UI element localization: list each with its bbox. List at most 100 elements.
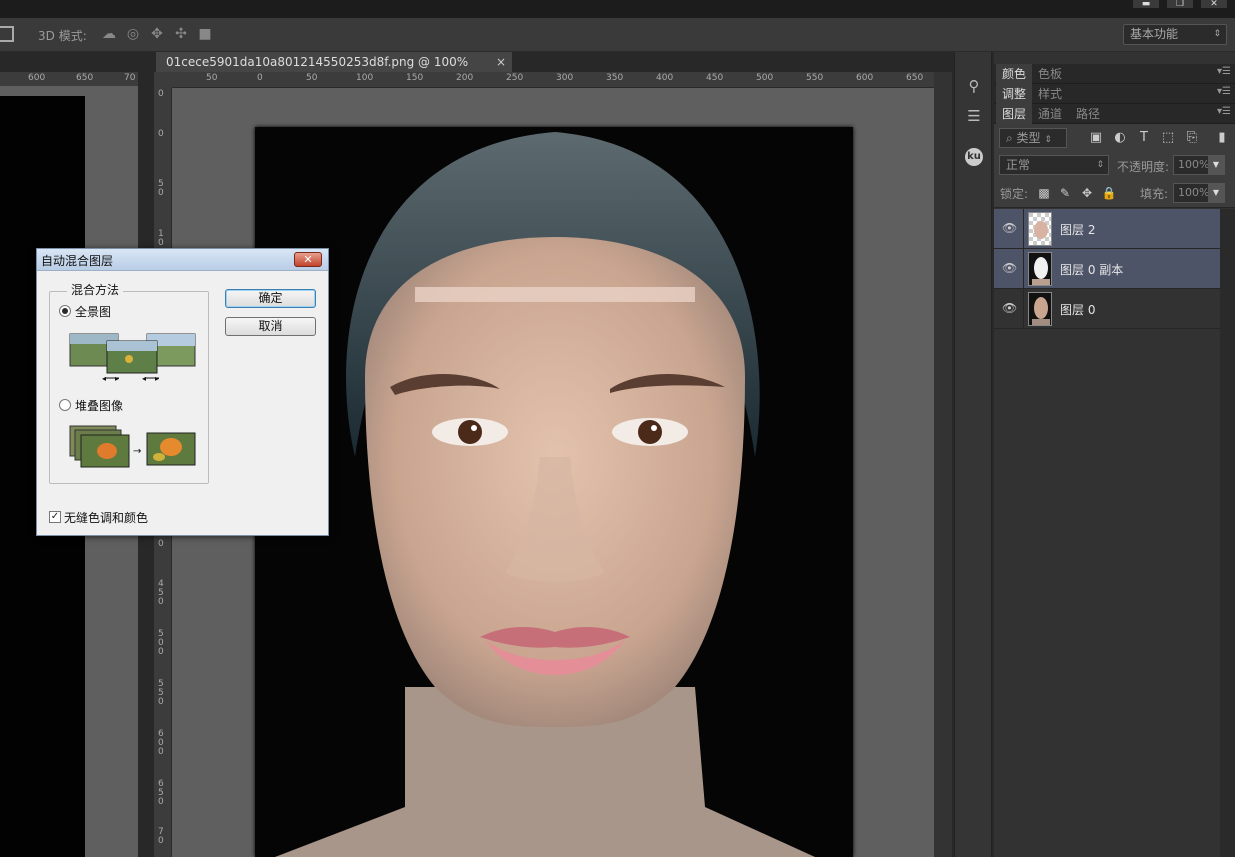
layer-thumbnail bbox=[1028, 252, 1052, 286]
panorama-radio[interactable] bbox=[59, 305, 71, 317]
layer-list-scrollbar[interactable] bbox=[1220, 209, 1235, 857]
ruler-tick: 250 bbox=[506, 73, 524, 83]
panel-menu-icon[interactable]: ▾☰ bbox=[1217, 86, 1231, 97]
roll-3d-icon[interactable]: ◎ bbox=[124, 25, 142, 43]
rotate-3d-icon[interactable]: ☁ bbox=[100, 25, 118, 43]
layer-filter-toolbar: ⌕ 类型 ⇕ ▣ ◐ T ⬚ ⎘ ▮ bbox=[994, 124, 1235, 152]
blend-row: 正常 ⇕ 不透明度: 100% ▼ bbox=[994, 152, 1235, 180]
fill-label: 填充: bbox=[1140, 187, 1169, 201]
fill-value: 100% bbox=[1178, 186, 1210, 199]
fill-input[interactable]: 100% ▼ bbox=[1173, 183, 1225, 203]
canvas-vertical-scrollbar[interactable] bbox=[934, 72, 952, 857]
ruler-corner bbox=[154, 72, 172, 88]
tab-color[interactable]: 颜色 bbox=[996, 64, 1033, 84]
seamless-tones-label[interactable]: 无缝色调和颜色 bbox=[64, 509, 148, 526]
portrait-illustration bbox=[275, 132, 815, 857]
tab-adjustments[interactable]: 调整 bbox=[996, 84, 1033, 104]
ruler-tick: 0 bbox=[158, 129, 164, 139]
ok-button[interactable]: 确定 bbox=[225, 289, 316, 308]
ruler-tick: 0 bbox=[158, 89, 164, 99]
lock-position-move-icon[interactable]: ✥ bbox=[1079, 185, 1095, 201]
chevron-updown-icon: ⇕ bbox=[1213, 29, 1221, 39]
slide-3d-icon[interactable]: ✣ bbox=[172, 25, 190, 43]
svg-text:▸: ▸ bbox=[155, 374, 159, 383]
layer-row-layer-0[interactable]: 👁 图层 0 bbox=[994, 289, 1220, 329]
document-tab[interactable]: 01cece5901da10a801214550253d8f.png @ 100… bbox=[156, 52, 512, 89]
ruler-tick: 200 bbox=[456, 73, 474, 83]
restore-icon[interactable]: ❐ bbox=[1167, 0, 1193, 9]
workspace-layout-icon[interactable] bbox=[0, 26, 14, 42]
chevron-down-icon[interactable]: ▼ bbox=[1208, 184, 1224, 202]
cancel-button[interactable]: 取消 bbox=[225, 317, 316, 336]
workspace-select[interactable]: 基本功能 ⇕ bbox=[1123, 24, 1227, 45]
layer-row-layer-2[interactable]: 👁 图层 2 bbox=[994, 209, 1220, 249]
ruler-tick: 650 bbox=[76, 73, 94, 83]
portrait-image[interactable] bbox=[255, 127, 853, 857]
brush-presets-icon[interactable]: ⚲ bbox=[964, 76, 984, 96]
tab-styles[interactable]: 样式 bbox=[1032, 84, 1068, 104]
panorama-label[interactable]: 全景图 bbox=[75, 303, 111, 320]
tab-swatches[interactable]: 色板 bbox=[1032, 64, 1068, 84]
layer-name[interactable]: 图层 2 bbox=[1060, 221, 1095, 238]
adjustment-filter-icon[interactable]: ◐ bbox=[1112, 130, 1128, 146]
seamless-tones-checkbox[interactable]: ✓ bbox=[49, 511, 61, 523]
window-title-strip: ▬ ❐ ✕ bbox=[0, 0, 1235, 18]
tab-layers[interactable]: 图层 bbox=[996, 104, 1033, 124]
svg-text:→: → bbox=[133, 446, 141, 457]
ruler-tick: 450 bbox=[706, 73, 724, 83]
lock-transparency-icon[interactable]: ▩ bbox=[1036, 185, 1052, 201]
adjustments-styles-tabrow: 调整 样式 ▾☰ bbox=[994, 84, 1235, 104]
ruler-tick: 50 bbox=[306, 73, 318, 83]
minimize-icon[interactable]: ▬ bbox=[1133, 0, 1159, 9]
tab-paths[interactable]: 路径 bbox=[1070, 104, 1106, 124]
eye-icon[interactable]: 👁 bbox=[1002, 301, 1017, 315]
chevron-down-icon[interactable]: ▼ bbox=[1208, 156, 1224, 174]
ruler-tick: 500 bbox=[158, 629, 164, 657]
panel-menu-icon[interactable]: ▾☰ bbox=[1217, 106, 1231, 117]
close-icon[interactable]: ✕ bbox=[294, 252, 322, 267]
close-window-icon[interactable]: ✕ bbox=[1201, 0, 1227, 9]
kind-filter-value: 类型 bbox=[1016, 131, 1041, 145]
mode-3d-tools: ☁ ◎ ✥ ✣ ■ bbox=[100, 25, 214, 43]
mode-3d-label: 3D 模式: bbox=[38, 29, 87, 43]
lock-label: 锁定: bbox=[1000, 187, 1029, 201]
pixel-filter-icon[interactable]: ▣ bbox=[1088, 130, 1104, 146]
eye-icon[interactable]: 👁 bbox=[1002, 221, 1017, 235]
lock-icon[interactable]: 🔒 bbox=[1101, 185, 1117, 201]
filter-toggle-icon[interactable]: ▮ bbox=[1214, 130, 1230, 146]
blend-method-legend: 混合方法 bbox=[67, 281, 124, 298]
ruler-tick: 100 bbox=[356, 73, 374, 83]
left-horizontal-ruler: 600 650 70 bbox=[0, 72, 138, 86]
lock-image-brush-icon[interactable]: ✎ bbox=[1057, 185, 1073, 201]
stack-images-label[interactable]: 堆叠图像 bbox=[75, 397, 123, 414]
opacity-input[interactable]: 100% ▼ bbox=[1173, 155, 1225, 175]
type-filter-icon[interactable]: T bbox=[1136, 130, 1152, 146]
stack-images-radio[interactable] bbox=[59, 399, 71, 411]
ruler-tick: 70 bbox=[158, 827, 164, 846]
close-tab-icon[interactable]: × bbox=[496, 52, 506, 72]
tab-channels[interactable]: 通道 bbox=[1032, 104, 1068, 124]
ruler-tick: 600 bbox=[28, 73, 46, 83]
right-panels: 颜色 色板 ▾☰ 调整 样式 ▾☰ 图层 通道 路径 ▾☰ ⌕ 类型 ⇕ ▣ ◐… bbox=[994, 52, 1235, 857]
panel-menu-icon[interactable]: ▾☰ bbox=[1217, 66, 1231, 77]
blend-mode-select[interactable]: 正常 ⇕ bbox=[999, 155, 1109, 175]
layer-name[interactable]: 图层 0 副本 bbox=[1060, 261, 1123, 278]
dialog-title-bar[interactable]: 自动混合图层 ✕ bbox=[37, 249, 328, 271]
smart-object-filter-icon[interactable]: ⎘ bbox=[1184, 130, 1200, 146]
ruler-tick: 10 bbox=[158, 229, 164, 248]
layer-name[interactable]: 图层 0 bbox=[1060, 301, 1095, 318]
kuler-icon[interactable]: ku bbox=[965, 148, 983, 166]
shape-filter-icon[interactable]: ⬚ bbox=[1160, 130, 1176, 146]
workspace-value: 基本功能 bbox=[1130, 27, 1179, 41]
svg-text:▸: ▸ bbox=[115, 374, 119, 383]
scale-3d-icon[interactable]: ■ bbox=[196, 25, 214, 43]
eye-icon[interactable]: 👁 bbox=[1002, 261, 1017, 275]
adjustments-sliders-icon[interactable]: ☰ bbox=[964, 106, 984, 126]
layer-kind-filter-select[interactable]: ⌕ 类型 ⇕ bbox=[999, 128, 1067, 148]
svg-text:◂: ◂ bbox=[142, 374, 146, 383]
drag-3d-icon[interactable]: ✥ bbox=[148, 25, 166, 43]
layer-row-layer-0-copy[interactable]: 👁 图层 0 副本 bbox=[994, 249, 1220, 289]
search-icon: ⌕ bbox=[1006, 131, 1017, 145]
ruler-tick: 450 bbox=[158, 579, 164, 607]
svg-text:◂: ◂ bbox=[102, 374, 106, 383]
